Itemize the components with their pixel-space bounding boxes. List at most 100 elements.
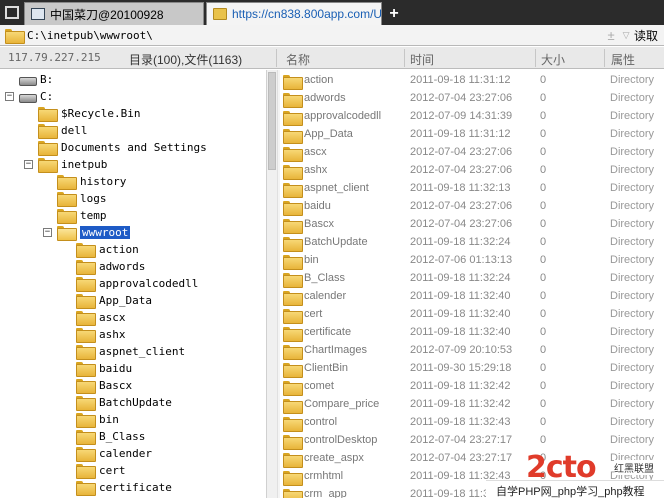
tree-toggle[interactable]: − [24,160,33,169]
tree-item[interactable]: temp [57,207,107,224]
file-size: 0 [540,308,547,320]
tree-item[interactable]: approvalcodedll [76,275,198,292]
folder-icon [76,328,96,343]
tree-item[interactable]: logs [57,190,107,207]
file-size: 0 [540,398,547,410]
file-size: 0 [540,416,547,428]
folder-icon [57,175,77,190]
server-ip: 117.79.227.215 [8,51,101,64]
new-tab-button[interactable]: + [384,2,404,25]
file-row[interactable]: comet 2011-09-18 11:32:42 0 Directory [280,378,664,396]
folder-icon [283,309,303,324]
file-name: certificate [304,326,352,338]
file-size: 0 [540,182,547,194]
tree-item[interactable]: history [57,173,126,190]
file-time: 2011-09-18 11:31:12 [410,128,511,140]
file-row[interactable]: ChartImages 2012-07-09 20:10:53 0 Directory [280,342,664,360]
file-name: baidu [304,200,331,212]
folder-icon [76,362,96,377]
file-size: 0 [540,200,547,212]
column-name-header[interactable]: 名称 [286,51,310,68]
dropdown-icon[interactable]: ▽ [618,30,634,41]
path-input[interactable] [27,26,605,44]
tree-item[interactable]: dell [38,122,88,139]
file-attr: Directory [610,398,655,410]
file-row[interactable]: control 2011-09-18 11:32:43 0 Directory [280,414,664,432]
file-row[interactable]: controlDesktop 2012-07-04 23:27:17 0 Direct… [280,432,664,450]
tree-item[interactable]: baidu [76,360,132,377]
file-row[interactable]: Bascx 2012-07-04 23:27:06 0 Directory [280,216,664,234]
tree-item[interactable]: − inetpub [24,156,107,173]
file-row[interactable]: ashx 2012-07-04 23:27:06 0 Directory [280,162,664,180]
tree-item[interactable]: B_Class [76,428,145,445]
watermark: 2cto 红黑联盟 自学PHP网_php学习_php教程 [486,450,664,498]
column-attr-header[interactable]: 属性 [611,51,635,68]
tree-toggle[interactable]: − [5,92,14,101]
dir-file-counts: 目录(100),文件(1163) [129,53,243,67]
tree-item[interactable]: ascx [76,309,126,326]
file-row[interactable]: approvalcodedll 2012-07-09 14:31:39 0 Direc… [280,108,664,126]
file-row[interactable]: bin 2012-07-06 01:13:13 0 Directory [280,252,664,270]
file-row[interactable]: ascx 2012-07-04 23:27:06 0 Directory [280,144,664,162]
tree-item[interactable]: App_Data [76,292,152,309]
tree-item-label: ashx [99,328,126,341]
file-time: 2011-09-18 11:32:40 [410,290,511,302]
folder-icon [38,107,58,122]
tree-scrollbar[interactable] [266,70,277,498]
file-row[interactable]: App_Data 2011-09-18 11:31:12 0 Directory [280,126,664,144]
file-row[interactable]: adwords 2012-07-04 23:27:06 0 Directory [280,90,664,108]
tree-item[interactable]: $Recycle.Bin [38,105,140,122]
folder-icon [76,243,96,258]
plus-minus-icon[interactable]: ± [604,28,618,43]
file-size: 0 [540,254,547,266]
tab-caidao[interactable]: 中国菜刀@20100928 [24,2,204,25]
column-size-header[interactable]: 大小 [541,51,565,68]
tree-item[interactable]: B: [19,71,53,88]
file-name: BatchUpdate [304,236,368,248]
tree-toggle[interactable]: − [43,228,52,237]
tree-item[interactable]: Bascx [76,377,132,394]
tree-item[interactable]: − C: [5,88,53,105]
window-menu-button[interactable] [0,0,24,25]
file-row[interactable]: aspnet_client 2011-09-18 11:32:13 0 Directo… [280,180,664,198]
file-row[interactable]: cert 2011-09-18 11:32:40 0 Directory [280,306,664,324]
file-row[interactable]: calender 2011-09-18 11:32:40 0 Directory [280,288,664,306]
tree-item-label: logs [80,192,107,205]
file-attr: Directory [610,92,655,104]
file-name: Bascx [304,218,334,230]
tree-item[interactable]: calender [76,445,152,462]
tree-item[interactable]: bin [76,411,119,428]
tree-item[interactable]: ashx [76,326,126,343]
file-row[interactable]: certificate 2011-09-18 11:32:40 0 Directory [280,324,664,342]
tab-url[interactable]: https://cn838.800app.com/U... [206,2,382,25]
file-row[interactable]: B_Class 2011-09-18 11:32:24 0 Directory [280,270,664,288]
file-name: aspnet_client [304,182,369,194]
folder-icon [76,464,96,479]
file-row[interactable]: ClientBin 2011-09-30 15:29:18 0 Directory [280,360,664,378]
file-row[interactable]: action 2011-09-18 11:31:12 0 Directory [280,72,664,90]
page-icon [31,8,45,20]
file-name: approvalcodedll [304,110,382,122]
file-row[interactable]: Compare_price 2011-09-18 11:32:42 0 Directo… [280,396,664,414]
read-button[interactable]: 读取 [634,27,664,44]
file-size: 0 [540,344,547,356]
tree-item[interactable]: aspnet_client [76,343,185,360]
folder-icon [76,277,96,292]
tree-item[interactable]: BatchUpdate [76,394,172,411]
folder-icon [5,28,25,44]
tree-item[interactable]: adwords [76,258,145,275]
column-time-header[interactable]: 时间 [410,51,434,68]
file-attr: Directory [610,74,655,86]
tree-item[interactable]: cert [76,462,126,479]
file-row[interactable]: BatchUpdate 2011-09-18 11:32:24 0 Directory [280,234,664,252]
tree-item[interactable]: − wwwroot [43,224,131,241]
scrollbar-thumb[interactable] [268,72,276,170]
file-attr: Directory [610,200,655,212]
file-row[interactable]: baidu 2012-07-04 23:27:06 0 Directory [280,198,664,216]
folder-icon [283,345,303,360]
file-time: 2011-09-30 15:29:18 [410,362,512,374]
tree-item[interactable]: Documents and Settings [38,139,207,156]
folder-icon [76,396,96,411]
tree-item[interactable]: certificate [76,479,172,496]
tree-item[interactable]: action [76,241,139,258]
